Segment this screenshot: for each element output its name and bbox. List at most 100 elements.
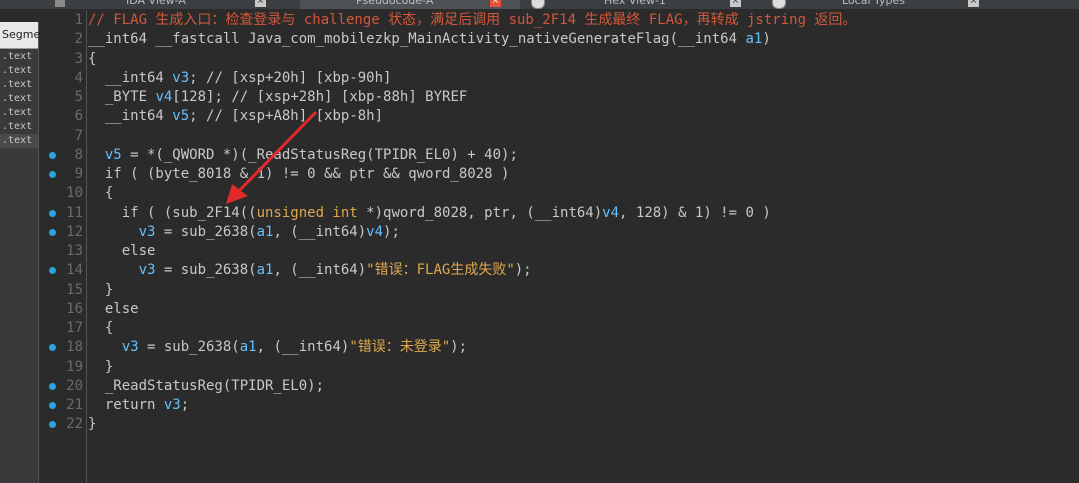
- segments-panel: Segme .text .text .text .text .text .tex…: [0, 22, 41, 483]
- segment-item[interactable]: .text: [0, 106, 38, 120]
- line-number: 12: [66, 223, 83, 240]
- breakpoint-dot-icon[interactable]: [49, 228, 56, 236]
- line-number: 1: [74, 12, 83, 28]
- gutter-line: 14: [40, 261, 85, 280]
- breakpoint-dot-icon[interactable]: [49, 209, 56, 217]
- segment-item[interactable]: .text: [0, 78, 38, 92]
- gutter-line: 13: [40, 242, 85, 261]
- gutter-line: 11: [40, 204, 85, 223]
- local-types-icon: [772, 0, 786, 9]
- gutter-line: 20: [40, 377, 85, 396]
- code-line[interactable]: v5 = *(_QWORD *)(_ReadStatusReg(TPIDR_EL…: [88, 146, 1079, 165]
- line-number: 5: [74, 89, 83, 105]
- segment-item[interactable]: .text: [0, 120, 38, 134]
- gutter-line: 10: [40, 184, 85, 203]
- close-icon[interactable]: ×: [730, 0, 741, 7]
- code-line[interactable]: // FLAG 生成入口：检查登录与 challenge 状态，满足后调用 su…: [88, 11, 1079, 30]
- code-line[interactable]: {: [88, 319, 1079, 338]
- breakpoint-dot-icon[interactable]: [49, 267, 56, 275]
- line-number: 4: [74, 69, 83, 86]
- close-icon[interactable]: ×: [490, 0, 501, 7]
- code-line[interactable]: {: [88, 184, 1079, 203]
- line-number: 9: [74, 166, 83, 182]
- code-line[interactable]: __int64 v5; // [xsp+A8h] [xbp-8h]: [88, 107, 1079, 126]
- code-line[interactable]: else: [88, 242, 1079, 261]
- line-number: 19: [66, 358, 83, 375]
- gutter-line: 19: [40, 358, 85, 377]
- hex-view-icon: [531, 0, 545, 9]
- line-number: 2: [74, 31, 83, 48]
- code-line[interactable]: _ReadStatusReg(TPIDR_EL0);: [88, 377, 1079, 396]
- gutter-line: 7: [40, 127, 85, 146]
- segments-list: .text .text .text .text .text .text .tex…: [0, 50, 38, 148]
- line-number: 17: [66, 320, 83, 336]
- code-line[interactable]: [88, 127, 1079, 146]
- code-line[interactable]: v3 = sub_2638(a1, (__int64)"错误：未登录");: [88, 338, 1079, 357]
- line-gutter: 1 2 3 4 5 6 7 8 9 10 11 12 13 14 15 16 17 18 19 20 21 22: [40, 11, 85, 483]
- gutter-line: 5: [40, 88, 85, 107]
- gutter-line: 1: [40, 11, 85, 30]
- code-line[interactable]: else: [88, 300, 1079, 319]
- line-number: 18: [66, 339, 83, 356]
- close-icon[interactable]: ×: [255, 0, 266, 7]
- breakpoint-dot-icon[interactable]: [49, 421, 56, 429]
- gutter-line: 8: [40, 146, 85, 165]
- line-number: 14: [66, 262, 83, 279]
- line-number: 20: [66, 377, 83, 394]
- code-line[interactable]: if ( (sub_2F14((unsigned int *)qword_802…: [88, 204, 1079, 223]
- tab-ida-view[interactable]: IDA View-A: [126, 0, 186, 9]
- code-line[interactable]: v3 = sub_2638(a1, (__int64)"错误：FLAG生成失败"…: [88, 261, 1079, 280]
- breakpoint-dot-icon[interactable]: [49, 344, 56, 352]
- gutter-line: 2: [40, 30, 85, 49]
- line-number: 16: [66, 300, 83, 317]
- code-line[interactable]: __int64 __fastcall Java_com_mobilezkp_Ma…: [88, 30, 1079, 49]
- line-number: 11: [66, 204, 83, 221]
- code-line[interactable]: _BYTE v4[128]; // [xsp+28h] [xbp-88h] BY…: [88, 88, 1079, 107]
- segments-tab[interactable]: Segme: [0, 22, 41, 49]
- line-number: 13: [66, 243, 83, 259]
- breakpoint-dot-icon[interactable]: [49, 382, 56, 390]
- gutter-line: 15: [40, 281, 85, 300]
- breakpoint-dot-icon[interactable]: [49, 402, 56, 409]
- breakpoint-dot-icon[interactable]: [49, 151, 56, 159]
- segments-title: Segme: [2, 28, 41, 41]
- code-line[interactable]: }: [88, 358, 1079, 377]
- code-line[interactable]: }: [88, 281, 1079, 300]
- gutter-line: 21: [40, 396, 85, 415]
- code-line[interactable]: }: [88, 415, 1079, 434]
- tab-pseudocode[interactable]: Pseudocode-A: [300, 0, 520, 9]
- gutter-line: 9: [40, 165, 85, 184]
- gutter-line: 17: [40, 319, 85, 338]
- gutter-line: 3: [40, 50, 85, 69]
- gutter-line: 18: [40, 338, 85, 357]
- gutter-line: 16: [40, 300, 85, 319]
- code-line[interactable]: if ( (byte_8018 & 1) != 0 && ptr && qwor…: [88, 165, 1079, 184]
- segment-item[interactable]: .text: [0, 92, 38, 106]
- code-line[interactable]: return v3;: [88, 396, 1079, 415]
- segment-item[interactable]: .text: [0, 134, 38, 148]
- tab-hex-view[interactable]: Hex View-1: [604, 0, 666, 9]
- gutter-divider: [86, 11, 87, 483]
- segment-item[interactable]: .text: [0, 50, 38, 64]
- tab-bar: IDA View-A × Pseudocode-A × Hex View-1 ×…: [0, 0, 1079, 9]
- gutter-line: 4: [40, 69, 85, 88]
- line-number: 3: [74, 50, 83, 67]
- gutter-line: 12: [40, 223, 85, 242]
- line-number: 8: [74, 146, 83, 163]
- line-number: 22: [66, 416, 83, 433]
- line-number: 7: [74, 127, 83, 144]
- close-icon[interactable]: ×: [968, 0, 979, 7]
- line-number: 10: [66, 185, 83, 202]
- pseudocode-editor[interactable]: // FLAG 生成入口：检查登录与 challenge 状态，满足后调用 su…: [88, 11, 1079, 483]
- line-number: 15: [66, 281, 83, 298]
- segment-item[interactable]: .text: [0, 64, 38, 78]
- code-line[interactable]: v3 = sub_2638(a1, (__int64)v4);: [88, 223, 1079, 242]
- gutter-line: 22: [40, 415, 85, 434]
- ida-view-icon: [55, 0, 65, 7]
- code-line[interactable]: {: [88, 50, 1079, 69]
- line-number: 21: [66, 397, 83, 413]
- code-line[interactable]: __int64 v3; // [xsp+20h] [xbp-90h]: [88, 69, 1079, 88]
- line-number: 6: [74, 108, 83, 125]
- breakpoint-dot-icon[interactable]: [49, 171, 56, 178]
- tab-local-types[interactable]: Local Types: [842, 0, 905, 9]
